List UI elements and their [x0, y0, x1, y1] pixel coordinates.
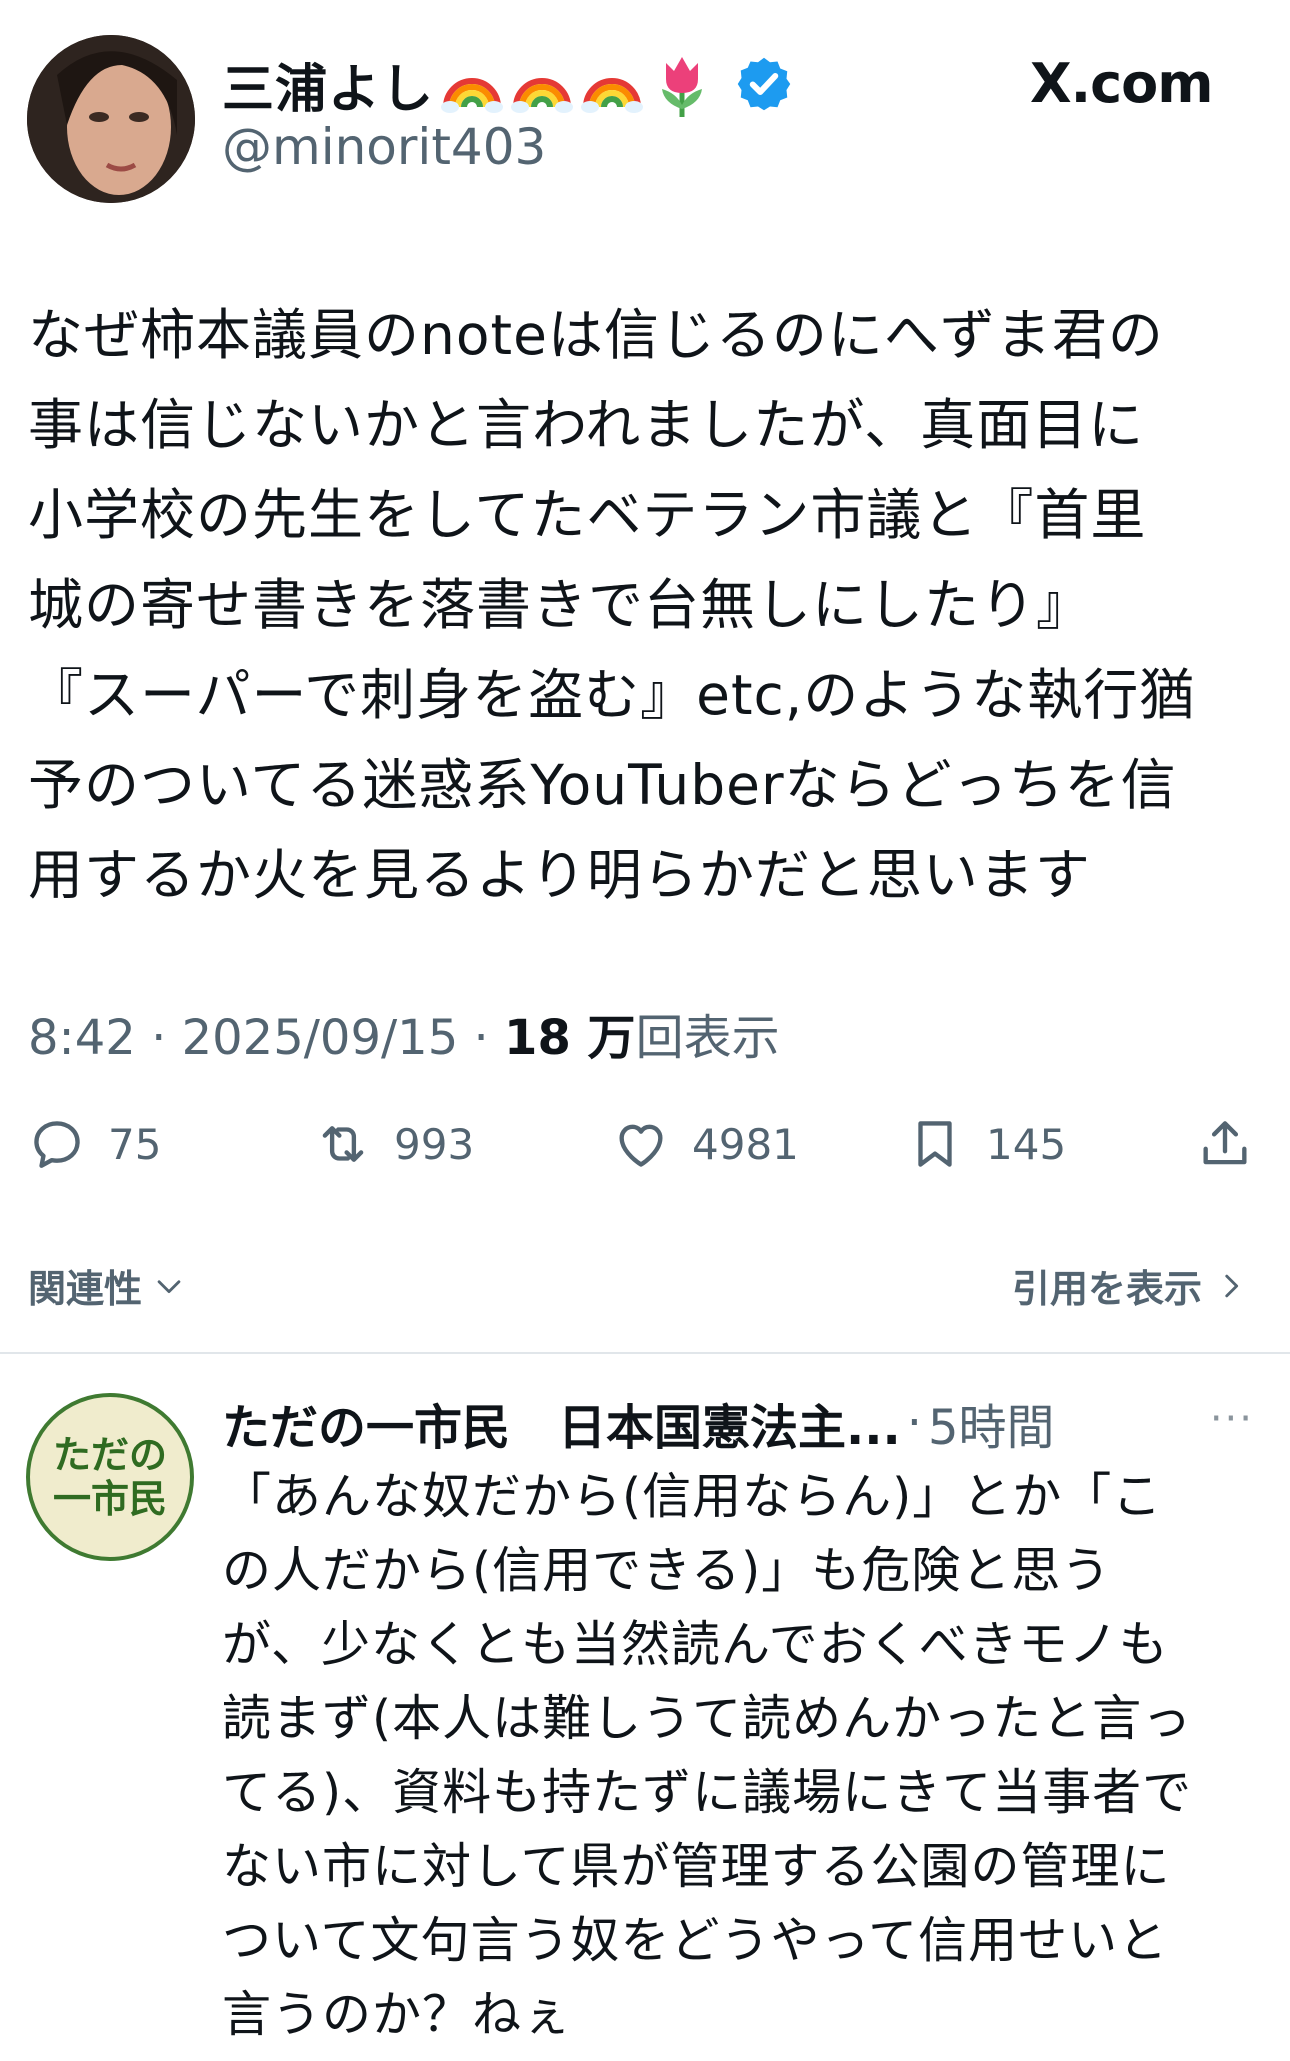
chevron-right-icon — [1225, 1274, 1239, 1297]
reply-text: 「あんな奴だから(信用ならん)」とか「こ の人だから(信用できる)」も危険と思う… — [222, 1468, 1193, 2043]
like-button[interactable]: 4981 — [612, 1112, 799, 1176]
share-button[interactable] — [1196, 1112, 1254, 1176]
related-sort-dropdown[interactable]: 関連性 — [28, 1258, 186, 1313]
heart-icon — [619, 1124, 663, 1167]
verified-badge-icon[interactable] — [734, 54, 794, 114]
avatar-portrait — [27, 35, 195, 203]
like-count: 4981 — [692, 1119, 799, 1169]
author-handle[interactable]: @minorit403 — [222, 118, 546, 176]
retweet-icon — [322, 1126, 364, 1162]
more-options-icon[interactable]: ··· — [1210, 1396, 1254, 1442]
author-display-name[interactable]: 三浦よし — [222, 47, 434, 122]
avatar-text: ただの — [52, 1433, 167, 1477]
bookmark-button[interactable]: 145 — [906, 1112, 1066, 1176]
meta-separator: · — [151, 1010, 167, 1066]
avatar-text: 一市民 — [52, 1477, 167, 1521]
bookmark-count: 145 — [986, 1119, 1067, 1169]
site-label: X.com — [1030, 52, 1214, 115]
rainbow-emoji-icon — [440, 49, 504, 119]
chevron-down-icon — [157, 1279, 181, 1293]
author-name-row[interactable]: 三浦よし — [222, 44, 794, 124]
tweet-meta: 8:42 · 2025/09/15 · 18 万回表示 — [28, 998, 780, 1068]
reply-count: 75 — [108, 1119, 162, 1169]
reply-separator: · — [906, 1395, 922, 1451]
tweet-date[interactable]: 2025/09/15 — [182, 1010, 459, 1066]
views-label: 回表示 — [635, 1010, 780, 1066]
tweet-time[interactable]: 8:42 — [28, 1010, 136, 1066]
views-count[interactable]: 18 万 — [504, 1010, 636, 1066]
tweet-text: なぜ柿本議員のnoteは信じるのにへずま君の 事は信じないかと言われましたが、真… — [28, 303, 1196, 907]
related-label: 関連性 — [28, 1267, 143, 1311]
retweet-button[interactable]: 993 — [314, 1112, 474, 1176]
reply-icon — [34, 1121, 80, 1168]
share-icon — [1203, 1121, 1247, 1165]
section-divider — [0, 1352, 1290, 1354]
tulip-emoji-icon — [650, 49, 714, 119]
quotes-label: 引用を表示 — [1011, 1267, 1202, 1311]
author-avatar[interactable] — [27, 35, 195, 203]
view-quotes-link[interactable]: 引用を表示 — [1012, 1258, 1248, 1313]
retweet-count: 993 — [394, 1119, 475, 1169]
rainbow-emoji-icon — [510, 49, 574, 119]
reply-header: ただの一市民 日本国憲法主... · 5時間 — [222, 1388, 1055, 1458]
reply-author-avatar[interactable]: ただの 一市民 — [26, 1393, 194, 1561]
reply-author-name[interactable]: ただの一市民 日本国憲法主... — [222, 1388, 901, 1458]
reply-button[interactable]: 75 — [28, 1112, 161, 1176]
reply-time[interactable]: 5時間 — [928, 1388, 1055, 1458]
meta-separator: · — [473, 1010, 489, 1066]
rainbow-emoji-icon — [580, 49, 644, 119]
bookmark-icon — [918, 1121, 952, 1167]
